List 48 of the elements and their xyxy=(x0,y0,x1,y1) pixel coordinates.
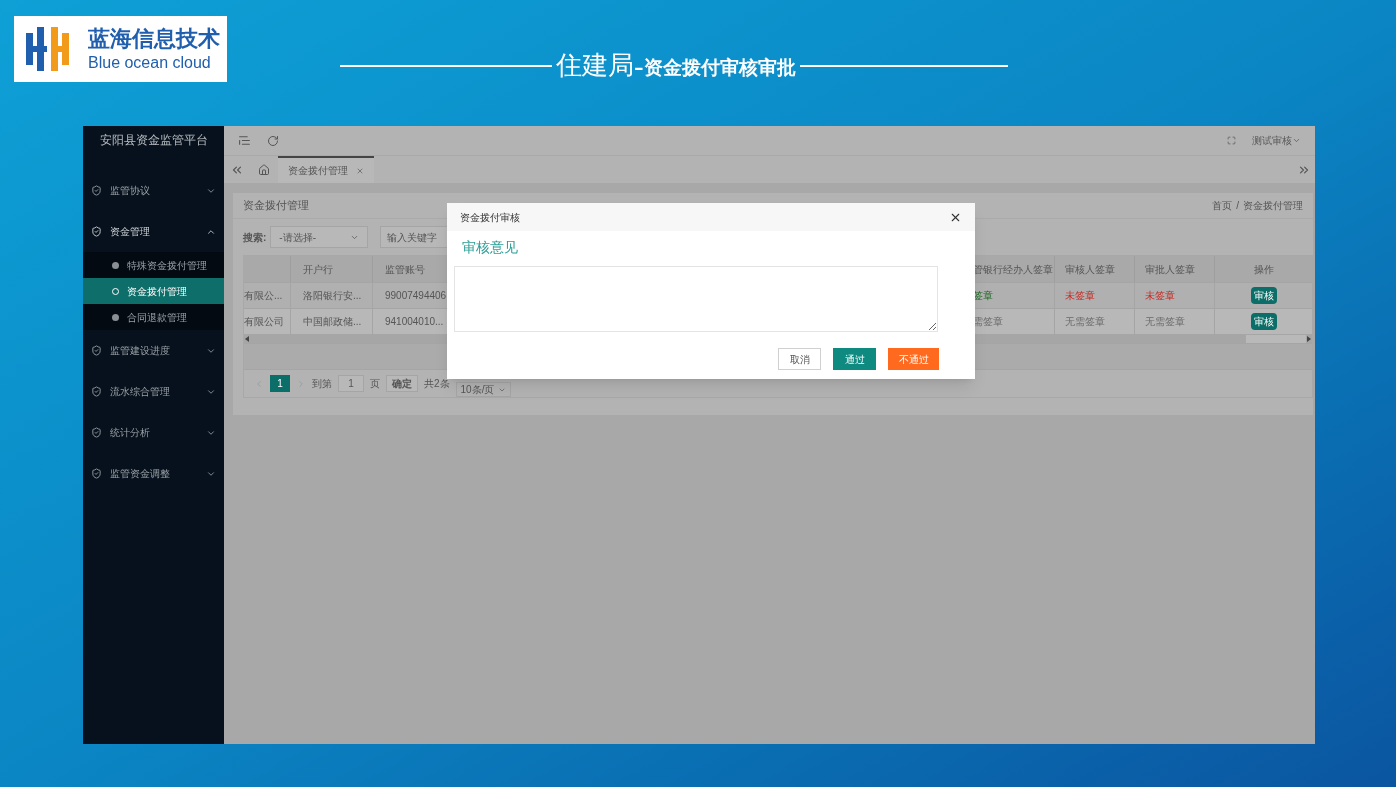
caret-icon xyxy=(1292,136,1301,145)
page-field[interactable]: 1 xyxy=(338,375,364,392)
refresh-icon[interactable] xyxy=(267,134,279,147)
submenu-item[interactable]: 特殊资金拨付管理 xyxy=(83,252,224,278)
confirm-button[interactable]: 确定 xyxy=(386,375,418,392)
scroll-left-icon[interactable] xyxy=(244,335,250,342)
menu-icon[interactable] xyxy=(238,134,251,147)
opinion-field[interactable] xyxy=(454,266,938,332)
logo-name: 蓝海信息技术 xyxy=(88,25,220,53)
shield-icon xyxy=(91,468,102,479)
goto-label: 到第 xyxy=(312,377,332,391)
menu-item[interactable]: 监管协议 xyxy=(83,170,224,211)
logo-tagline: Blue ocean cloud xyxy=(88,52,212,73)
submenu-item[interactable]: 合同退款管理 xyxy=(83,304,224,330)
dialog-title: 资金拨付审核 xyxy=(460,210,520,225)
breadcrumb-current: 资金拨付管理 xyxy=(1243,199,1303,213)
page-number[interactable]: 1 xyxy=(270,375,290,392)
shield-icon xyxy=(91,345,102,356)
home-icon[interactable] xyxy=(258,163,270,176)
shield-icon xyxy=(91,185,102,196)
page-title: 资金拨付管理 xyxy=(243,198,309,214)
shield-icon xyxy=(91,226,102,237)
review-button[interactable]: 审核 xyxy=(1250,287,1277,304)
total-count: 共2条 xyxy=(424,377,450,391)
menu-item[interactable]: 统计分析 xyxy=(83,412,224,453)
menu-item[interactable]: 监管资金调整 xyxy=(83,453,224,494)
menu-item[interactable]: 流水综合管理 xyxy=(83,371,224,412)
dialog-button[interactable]: 取消 xyxy=(778,348,821,370)
shield-icon xyxy=(91,427,102,438)
dialog-button[interactable]: 通过 xyxy=(833,348,876,370)
slide-title: 住建局–资金拨付审核审批 xyxy=(555,49,797,82)
search-label: 搜索: xyxy=(243,230,267,245)
page-size-select[interactable]: 10条/页 xyxy=(455,382,512,397)
tab[interactable]: 资金拨付管理 xyxy=(278,156,374,183)
bullet-icon xyxy=(112,261,119,269)
breadcrumb-separator: / xyxy=(1236,199,1239,213)
filter-select[interactable]: -请选择- xyxy=(270,226,369,248)
submenu-item[interactable]: 资金拨付管理 xyxy=(83,278,224,304)
menu-item[interactable]: 资金管理 xyxy=(83,211,224,252)
menu-item[interactable]: 监管建设进度 xyxy=(83,330,224,371)
fullscreen-icon[interactable] xyxy=(1227,136,1236,145)
bullet-icon xyxy=(112,313,119,321)
shield-icon xyxy=(91,386,102,397)
breadcrumb-link[interactable]: 首页 xyxy=(1212,198,1233,213)
page-label: 页 xyxy=(370,377,380,391)
app-brand: 安阳县资金监管平台 xyxy=(98,132,209,149)
user-menu[interactable]: 测试审核 xyxy=(1252,133,1301,148)
review-button[interactable]: 审核 xyxy=(1250,313,1277,330)
